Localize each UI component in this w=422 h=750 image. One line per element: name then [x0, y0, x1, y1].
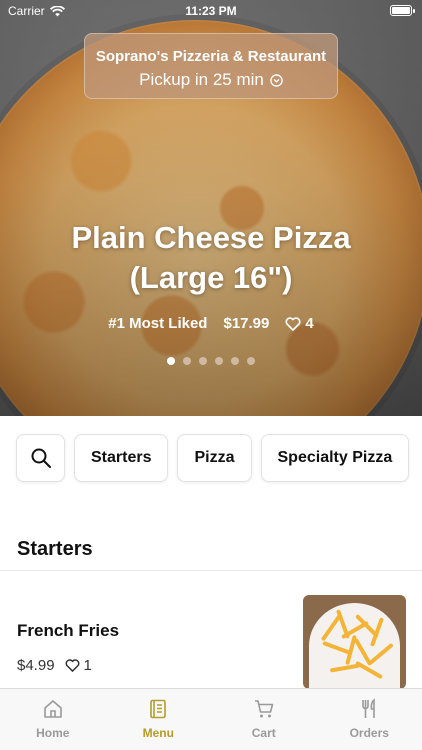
page-dot[interactable] [247, 357, 255, 365]
item-likes[interactable]: 1 [65, 657, 92, 674]
chevron-down-circle-icon [270, 73, 283, 87]
page-dot[interactable] [199, 357, 207, 365]
search-icon [31, 448, 51, 468]
featured-likes[interactable]: 4 [285, 315, 314, 332]
battery-icon [390, 5, 415, 16]
tab-orders[interactable]: Orders [317, 689, 422, 750]
status-bar: Carrier 11:23 PM [0, 0, 422, 22]
tab-home[interactable]: Home [0, 689, 106, 750]
item-price: $4.99 [17, 657, 55, 674]
page-dot[interactable] [215, 357, 223, 365]
tab-bar: Home Menu Cart Orders [0, 688, 422, 750]
status-time: 11:23 PM [185, 4, 237, 18]
item-image [303, 595, 406, 689]
category-specialty-pizza[interactable]: Specialty Pizza [260, 434, 410, 482]
category-starters[interactable]: Starters [74, 434, 169, 482]
menu-icon [150, 699, 167, 719]
heart-icon [285, 316, 301, 331]
page-dot[interactable] [231, 357, 239, 365]
pickup-time: Pickup in 25 min [139, 70, 264, 89]
menu-item[interactable]: French Fries $4.99 1 [0, 571, 422, 689]
heart-icon [65, 659, 79, 672]
carousel-pagination[interactable] [0, 357, 422, 365]
tab-menu[interactable]: Menu [106, 689, 212, 750]
category-bar: Starters Pizza Specialty Pizza [16, 434, 410, 482]
utensils-icon [362, 698, 376, 718]
restaurant-name: Soprano's Pizzeria & Restaurant [95, 48, 327, 65]
home-icon [43, 700, 62, 718]
cart-icon [254, 700, 274, 718]
restaurant-pickup-card[interactable]: Soprano's Pizzeria & Restaurant Pickup i… [84, 33, 338, 99]
featured-item-title: Plain Cheese Pizza (Large 16") [71, 220, 351, 295]
featured-item-meta: #1 Most Liked $17.99 4 [0, 315, 422, 332]
item-name: French Fries [17, 621, 120, 640]
likes-count: 4 [305, 315, 314, 332]
item-likes-count: 1 [83, 657, 92, 674]
page-dot[interactable] [183, 357, 191, 365]
section-title: Starters [17, 538, 93, 560]
featured-price: $17.99 [223, 315, 270, 332]
rank-label: #1 Most Liked [108, 315, 208, 332]
page-dot[interactable] [167, 357, 175, 365]
hero-banner[interactable]: Carrier 11:23 PM Soprano's Pizzeria & Re… [0, 0, 422, 416]
search-button[interactable] [16, 434, 65, 482]
category-pizza[interactable]: Pizza [177, 434, 252, 482]
tab-cart[interactable]: Cart [211, 689, 317, 750]
